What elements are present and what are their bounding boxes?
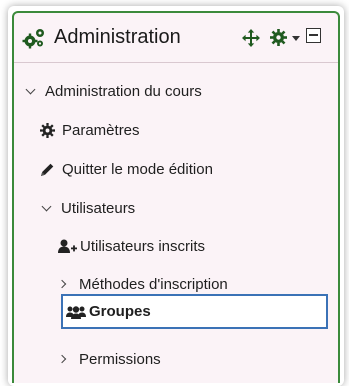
block-header: Administration <box>14 13 338 63</box>
tree-label-enrolled-users: Utilisateurs inscrits <box>80 238 206 255</box>
move-icon[interactable] <box>242 29 260 47</box>
pencil-icon <box>41 163 54 176</box>
tree-label-users: Utilisateurs <box>61 200 136 217</box>
user-plus-icon <box>58 239 77 253</box>
tree-label-course-admin: Administration du cours <box>45 83 202 100</box>
gear-icon <box>40 123 55 138</box>
block-title: Administration <box>54 26 181 48</box>
cogs-icon <box>22 29 44 49</box>
tree-label-groups: Groupes <box>89 303 151 320</box>
tree-label-permissions: Permissions <box>79 351 161 368</box>
gear-icon[interactable] <box>270 29 287 46</box>
caret-down-icon[interactable] <box>292 36 300 41</box>
tree-label-enrolment-methods: Méthodes d'inscription <box>79 276 228 293</box>
collapse-icon[interactable] <box>306 28 321 43</box>
header-divider <box>14 62 338 63</box>
users-icon <box>66 306 86 319</box>
tree-label-edit-mode-off: Quitter le mode édition <box>62 161 213 178</box>
tree-label-settings: Paramètres <box>62 122 140 139</box>
